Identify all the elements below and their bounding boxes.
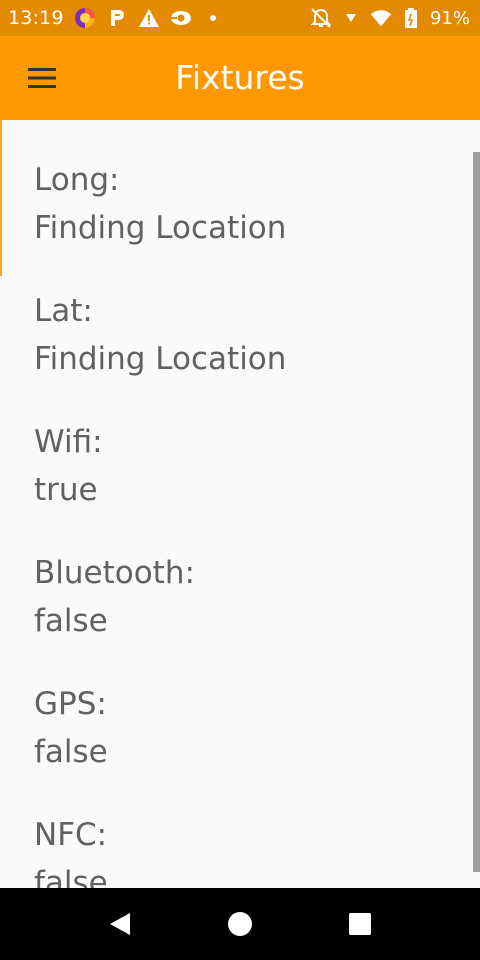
field-value: false bbox=[34, 734, 108, 770]
signal-icon bbox=[340, 7, 362, 29]
fixtures-content[interactable]: Long: Finding Location Lat: Finding Loca… bbox=[0, 120, 480, 888]
field-value: false bbox=[34, 865, 108, 888]
p-app-icon bbox=[106, 7, 128, 29]
home-button[interactable] bbox=[226, 910, 254, 938]
back-button[interactable] bbox=[106, 910, 134, 938]
field-bluetooth: Bluetooth: false bbox=[34, 549, 195, 645]
battery-icon bbox=[400, 7, 422, 29]
field-wifi: Wifi: true bbox=[34, 418, 103, 514]
status-right-group: 91% bbox=[310, 7, 470, 29]
recents-square-icon bbox=[349, 913, 371, 935]
field-nfc: NFC: false bbox=[34, 811, 108, 888]
link-icon bbox=[170, 7, 192, 29]
status-time: 13:19 bbox=[8, 7, 64, 29]
wifi-icon bbox=[370, 7, 392, 29]
drawer-edge-indicator bbox=[0, 120, 2, 276]
notifications-off-icon bbox=[310, 7, 332, 29]
app-bar: Fixtures bbox=[0, 36, 480, 120]
page-title: Fixtures bbox=[175, 58, 305, 97]
field-gps: GPS: false bbox=[34, 680, 108, 776]
battery-percent: 91% bbox=[429, 7, 470, 29]
recents-button[interactable] bbox=[346, 910, 374, 938]
scrollbar[interactable] bbox=[473, 152, 480, 872]
home-circle-icon bbox=[228, 912, 252, 936]
field-value: false bbox=[34, 603, 108, 639]
system-nav-bar bbox=[0, 888, 480, 960]
status-bar: 13:19 91% bbox=[0, 0, 480, 36]
back-triangle-icon bbox=[110, 913, 130, 935]
field-label: Wifi: bbox=[34, 424, 103, 460]
field-label: NFC: bbox=[34, 817, 108, 853]
field-label: Lat: bbox=[34, 293, 93, 329]
field-value: true bbox=[34, 472, 98, 508]
field-lat: Lat: Finding Location bbox=[34, 287, 286, 383]
field-label: GPS: bbox=[34, 686, 107, 722]
dot-icon bbox=[202, 7, 224, 29]
warning-icon bbox=[138, 7, 160, 29]
field-label: Long: bbox=[34, 162, 120, 198]
field-label: Bluetooth: bbox=[34, 555, 195, 591]
field-value: Finding Location bbox=[34, 341, 287, 377]
firefox-icon bbox=[74, 7, 96, 29]
field-long: Long: Finding Location bbox=[34, 156, 286, 252]
status-left-group: 13:19 bbox=[8, 7, 224, 29]
field-value: Finding Location bbox=[34, 210, 287, 246]
